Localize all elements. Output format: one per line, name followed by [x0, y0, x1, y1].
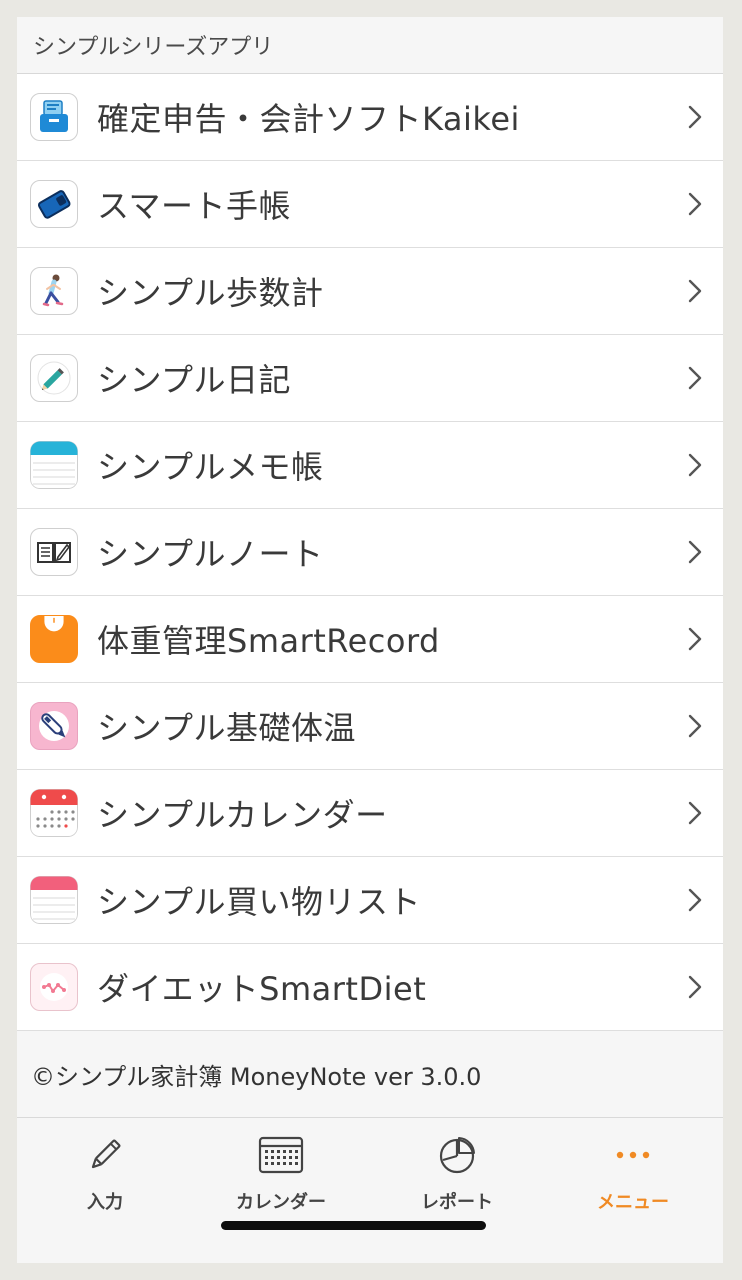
app-row-label: スマート手帳 — [97, 187, 292, 225]
app-row-memo[interactable]: シンプルメモ帳 — [17, 422, 723, 509]
tab-bar: 入力 カレンダー レポート メニュー — [17, 1117, 723, 1263]
app-row-label: シンプル歩数計 — [97, 274, 324, 312]
app-row-label: シンプル買い物リスト — [97, 883, 422, 921]
diary-pencil-icon — [30, 354, 78, 402]
chevron-right-icon — [688, 105, 702, 129]
calendar-icon — [193, 1134, 369, 1176]
tab-label: レポート — [421, 1192, 493, 1213]
notebook-planner-icon — [30, 180, 78, 228]
tab-report[interactable]: レポート — [369, 1134, 545, 1214]
chevron-right-icon — [688, 888, 702, 912]
more-dots-icon — [545, 1134, 721, 1176]
app-row-note[interactable]: シンプルノート — [17, 509, 723, 596]
section-header: シンプルシリーズアプリ — [17, 17, 723, 74]
app-row-label: シンプル日記 — [97, 361, 292, 399]
app-row-shopping-list[interactable]: シンプル買い物リスト — [17, 857, 723, 944]
chevron-right-icon — [688, 540, 702, 564]
weight-scale-icon — [30, 615, 78, 663]
app-row-smart-record[interactable]: 体重管理SmartRecord — [17, 596, 723, 683]
app-row-smart-diet[interactable]: ダイエットSmartDiet — [17, 944, 723, 1031]
app-row-label: シンプルカレンダー — [97, 796, 388, 834]
app-row-basal-temp[interactable]: シンプル基礎体温 — [17, 683, 723, 770]
chevron-right-icon — [688, 627, 702, 651]
chevron-right-icon — [688, 279, 702, 303]
tab-label: メニュー — [597, 1192, 669, 1213]
app-row-pedometer[interactable]: シンプル歩数計 — [17, 248, 723, 335]
version-footer: ©シンプル家計簿 MoneyNote ver 3.0.0 — [17, 1031, 723, 1118]
chevron-right-icon — [688, 366, 702, 390]
app-row-label: ダイエットSmartDiet — [97, 970, 427, 1008]
shopping-list-icon — [30, 876, 78, 924]
pie-chart-icon — [369, 1134, 545, 1176]
chevron-right-icon — [688, 975, 702, 999]
app-row-label: シンプル基礎体温 — [97, 709, 357, 747]
app-row-diary[interactable]: シンプル日記 — [17, 335, 723, 422]
diet-graph-icon — [30, 963, 78, 1011]
tab-input[interactable]: 入力 — [17, 1134, 193, 1214]
chevron-right-icon — [688, 453, 702, 477]
chevron-right-icon — [688, 192, 702, 216]
app-row-smart-techo[interactable]: スマート手帳 — [17, 161, 723, 248]
tab-label: カレンダー — [236, 1192, 326, 1213]
pedometer-walker-icon — [30, 267, 78, 315]
tab-calendar[interactable]: カレンダー — [193, 1134, 369, 1214]
thermometer-icon — [30, 702, 78, 750]
app-row-calendar[interactable]: シンプルカレンダー — [17, 770, 723, 857]
app-row-label: 確定申告・会計ソフトKaikei — [97, 100, 520, 138]
calendar-app-icon — [30, 789, 78, 837]
app-row-label: シンプルノート — [97, 535, 324, 573]
menu-screen: シンプルシリーズアプリ 確定申告・会計ソフトKaikei スマート手帳 シンプル… — [17, 17, 723, 1263]
home-indicator — [221, 1221, 486, 1230]
tab-label: 入力 — [87, 1192, 123, 1213]
app-row-kaikei[interactable]: 確定申告・会計ソフトKaikei — [17, 74, 723, 161]
memo-pad-icon — [30, 441, 78, 489]
app-row-label: 体重管理SmartRecord — [97, 622, 440, 660]
chevron-right-icon — [688, 801, 702, 825]
tab-menu[interactable]: メニュー — [545, 1134, 721, 1214]
accounting-icon — [30, 93, 78, 141]
app-list: 確定申告・会計ソフトKaikei スマート手帳 シンプル歩数計 シンプル日記 シ… — [17, 74, 723, 1031]
pencil-icon — [17, 1134, 193, 1176]
app-row-label: シンプルメモ帳 — [97, 448, 324, 486]
chevron-right-icon — [688, 714, 702, 738]
note-book-icon — [30, 528, 78, 576]
